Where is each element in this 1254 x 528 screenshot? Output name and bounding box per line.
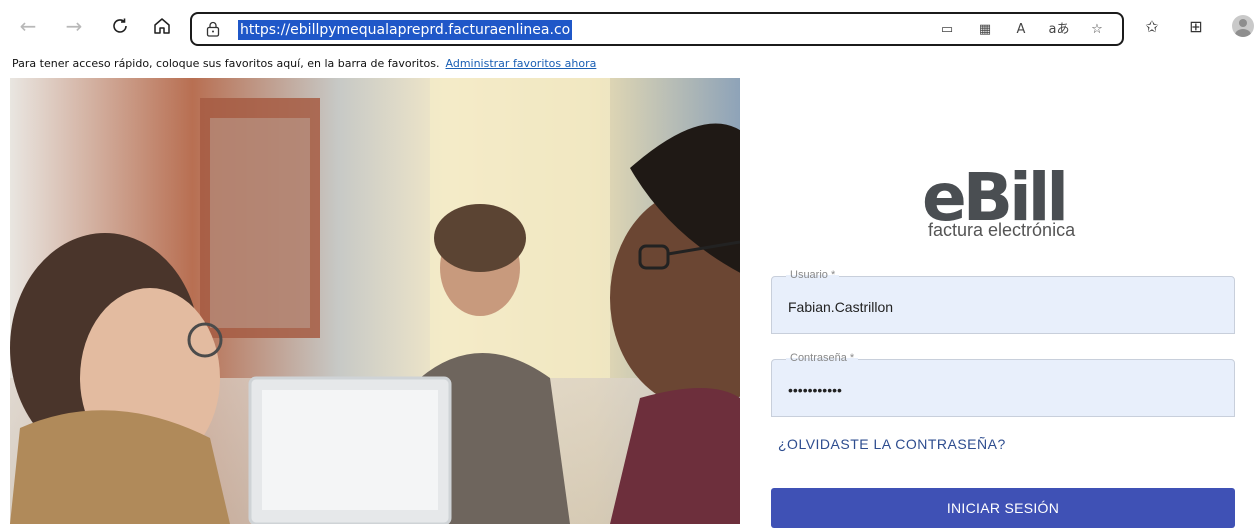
translate-icon[interactable]: aあ (1048, 20, 1070, 40)
hero-photo (10, 78, 740, 524)
address-bar[interactable]: https://ebillpymequalapreprd.facturaenli… (190, 12, 1124, 46)
forward-icon[interactable]: → (58, 10, 90, 42)
password-label: Contraseña * (786, 352, 859, 364)
username-input[interactable] (788, 299, 1208, 315)
logo-subtitle: factura electrónica (928, 220, 1076, 240)
back-icon[interactable]: ← (12, 10, 44, 42)
url-text[interactable]: https://ebillpymequalapreprd.facturaenli… (238, 20, 573, 40)
manage-favorites-link[interactable]: Administrar favoritos ahora (446, 57, 597, 70)
read-aloud-icon[interactable]: A (1010, 20, 1032, 40)
immersive-reader-icon[interactable]: ▭ (936, 20, 958, 40)
login-button[interactable]: INICIAR SESIÓN (771, 488, 1235, 528)
collections-icon[interactable]: ⊞ (1182, 13, 1210, 41)
forgot-password-link[interactable]: ¿OLVIDASTE LA CONTRASEÑA? (778, 436, 1006, 452)
username-label: Usuario * (786, 269, 840, 281)
lock-icon[interactable] (206, 21, 220, 37)
home-icon[interactable] (146, 10, 178, 42)
qr-code-icon[interactable]: ▦ (974, 20, 996, 40)
favorites-bar-message: Para tener acceso rápido, coloque sus fa… (12, 57, 440, 70)
login-panel: eBill factura electrónica Usuario * Cont… (740, 78, 1254, 528)
add-favorite-icon[interactable]: ☆ (1086, 20, 1108, 40)
username-field[interactable]: Usuario * (771, 269, 1235, 334)
favorites-icon[interactable]: ✩ (1138, 13, 1166, 41)
password-field[interactable]: Contraseña * ••••••••••• (771, 352, 1235, 417)
favorites-bar: Para tener acceso rápido, coloque sus fa… (0, 50, 1254, 78)
password-input[interactable]: ••••••••••• (788, 382, 1208, 398)
refresh-icon[interactable] (104, 10, 136, 42)
profile-icon[interactable] (1232, 15, 1254, 37)
browser-toolbar: ← → https://ebillpymequalapreprd.factura… (0, 0, 1254, 50)
